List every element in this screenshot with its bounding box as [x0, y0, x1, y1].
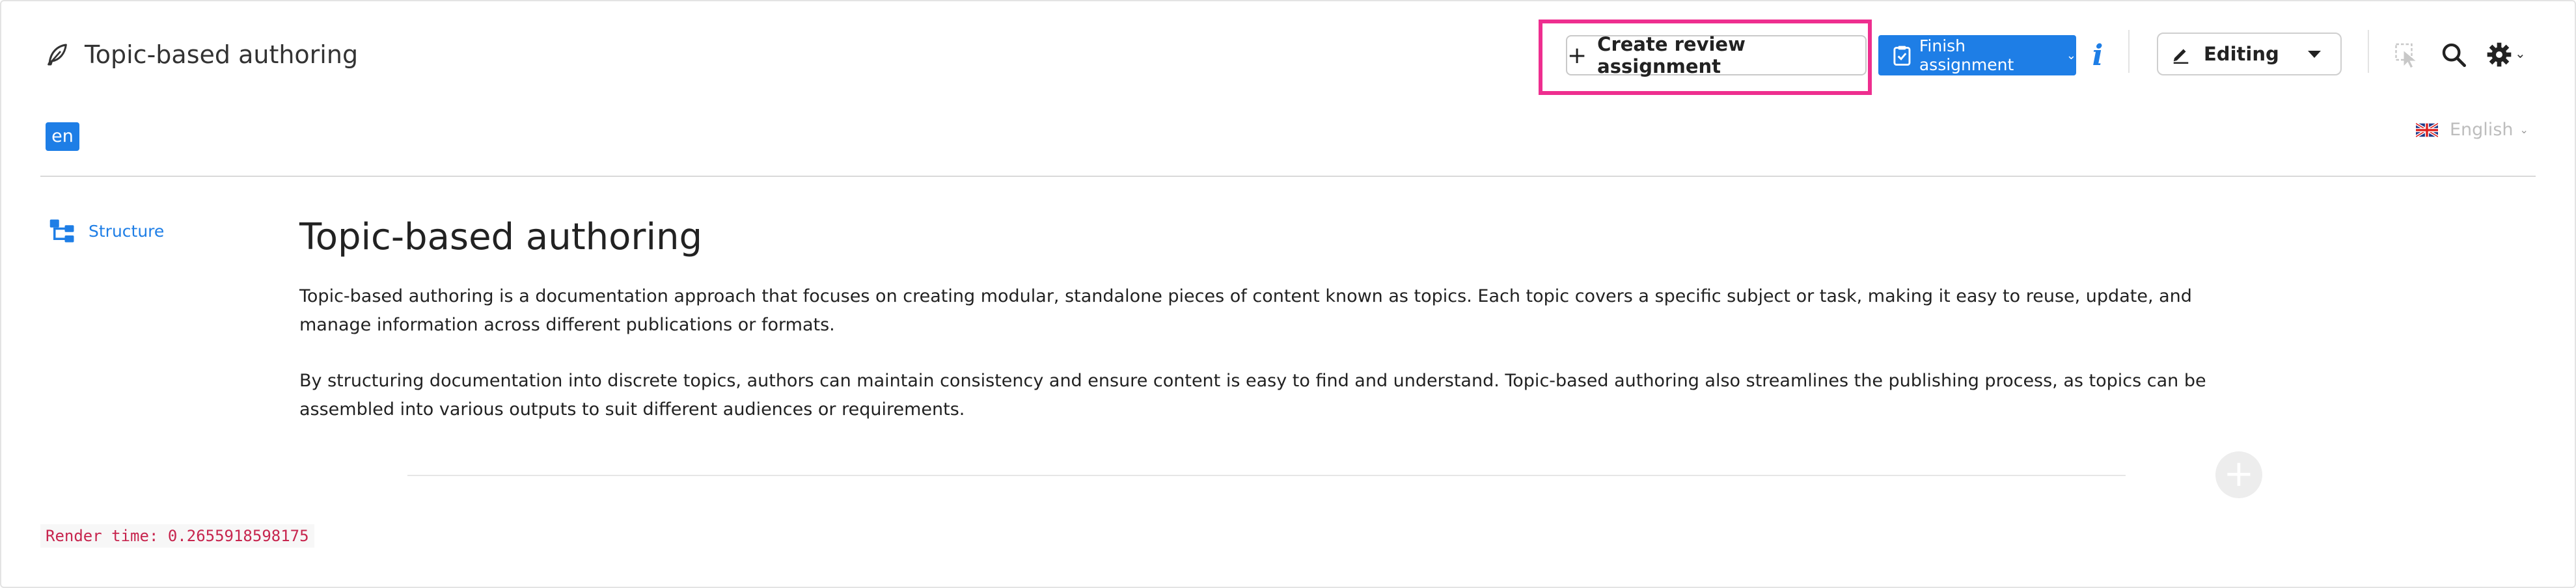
header-divider — [40, 176, 2536, 177]
toolbar-divider — [2128, 30, 2130, 73]
document-title-group: Topic-based authoring — [44, 40, 358, 69]
topic-paragraph[interactable]: By structuring documentation into discre… — [299, 367, 2258, 424]
mode-select-label: Editing — [2204, 43, 2279, 65]
language-badge[interactable]: en — [46, 122, 79, 151]
finish-assignment-label: Finish assignment — [1919, 36, 2014, 74]
sidebar-item-label: Structure — [89, 221, 165, 241]
structure-tree-icon — [49, 219, 74, 243]
chevron-down-icon: ⌄ — [2519, 124, 2528, 136]
create-review-assignment-button[interactable]: + Create review assignment — [1566, 33, 1867, 77]
topic-paragraph[interactable]: Topic-based authoring is a documentation… — [299, 282, 2258, 340]
finish-assignment-button[interactable]: Finish assignment ⌄ — [1878, 35, 2076, 75]
info-icon[interactable]: i — [2088, 38, 2107, 74]
clipboard-check-icon — [1893, 46, 1911, 66]
sidebar-item-structure[interactable]: Structure — [48, 217, 164, 245]
cursor-select-icon[interactable] — [2395, 43, 2418, 69]
caret-down-icon — [2308, 51, 2321, 58]
gear-icon[interactable] — [2486, 42, 2512, 68]
toolbar-divider — [2368, 30, 2369, 73]
create-review-assignment-label: Create review assignment — [1597, 33, 1746, 77]
topic-content: Topic-based authoring Topic-based author… — [299, 215, 2258, 451]
chevron-down-icon[interactable]: ⌄ — [2515, 46, 2526, 61]
feather-icon — [48, 44, 67, 66]
add-block-button[interactable]: + — [2215, 451, 2262, 498]
pencil-icon — [2173, 49, 2189, 64]
search-icon[interactable] — [2441, 42, 2467, 68]
language-select[interactable]: English ⌄ — [2416, 120, 2528, 140]
plus-icon: + — [1567, 42, 1587, 69]
content-end-divider — [407, 475, 2126, 476]
language-label: English — [2450, 120, 2514, 140]
chevron-down-icon: ⌄ — [2066, 48, 2076, 62]
uk-flag-icon — [2416, 122, 2438, 138]
topic-heading[interactable]: Topic-based authoring — [299, 215, 2258, 260]
document-title: Topic-based authoring — [85, 40, 359, 69]
render-time-label: Render time: 0.2655918598175 — [40, 524, 314, 548]
mode-select[interactable]: Editing — [2157, 33, 2342, 75]
